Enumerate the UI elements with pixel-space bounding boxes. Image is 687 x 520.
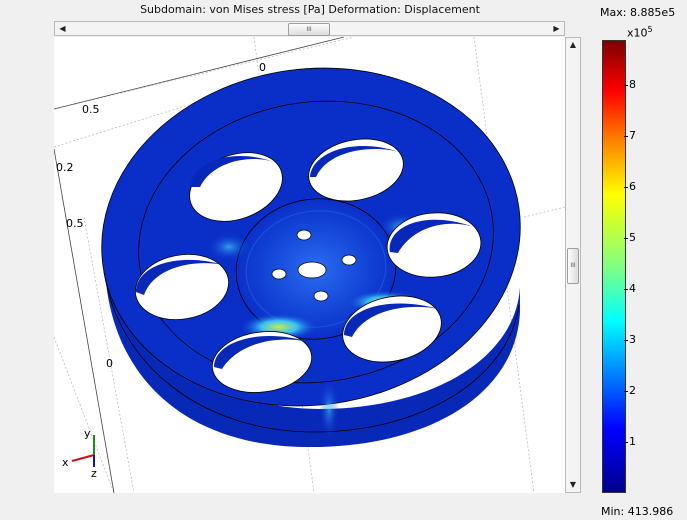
scroll-left-arrow-icon[interactable]: ◀ (55, 22, 70, 35)
scroll-up-arrow-icon[interactable]: ▲ (566, 38, 580, 52)
colorbar-tick-mark (624, 187, 628, 189)
scroll-down-arrow-icon[interactable]: ▼ (566, 478, 580, 492)
colorbar-tick-label: 4 (629, 282, 636, 296)
axis-label: 0 (106, 357, 113, 370)
plot-title: Subdomain: von Mises stress [Pa] Deforma… (140, 3, 480, 16)
colorbar-unit-exponent: 5 (647, 25, 653, 34)
colorbar-legend (602, 40, 626, 493)
colorbar-tick-mark (624, 289, 628, 291)
colorbar-max-label: Max: 8.885e5 (600, 6, 676, 19)
colorbar-tick-mark (624, 391, 628, 393)
colorbar-tick-label: 2 (629, 384, 636, 398)
colorbar-tick-label: 8 (629, 78, 636, 92)
colorbar-tick-mark (624, 442, 628, 444)
axis-label: 0.5 (66, 217, 84, 230)
horizontal-scroll-thumb[interactable]: III (288, 23, 330, 36)
colorbar-tick-label: 7 (629, 129, 636, 143)
colorbar-unit-label: x105 (627, 25, 653, 40)
colorbar-min-label: Min: 413.986 (601, 505, 674, 518)
colorbar-tick-label: 1 (629, 435, 636, 449)
triad-y-label: y (84, 427, 91, 440)
axis-label: 0.5 (82, 103, 100, 116)
vertical-scroll-thumb[interactable]: III (567, 248, 579, 284)
triad-x-label: x (62, 456, 69, 469)
scroll-right-arrow-icon[interactable]: ▶ (549, 22, 564, 35)
colorbar-tick-label: 3 (629, 333, 636, 347)
colorbar-tick-label: 5 (629, 231, 636, 245)
axis-label: 0 (259, 61, 266, 74)
triad-z-label: z (91, 467, 97, 480)
colorbar-tick-mark (624, 340, 628, 342)
horizontal-scrollbar[interactable]: ◀ III ▶ (54, 21, 565, 36)
colorbar-tick-mark (624, 85, 628, 87)
colorbar-tick-mark (624, 238, 628, 240)
vertical-scrollbar[interactable]: ▲ III ▼ (565, 37, 581, 493)
wheel-render: 0 0.5 0.2 0.5 0 y x z (54, 37, 565, 493)
colorbar-tick-label: 6 (629, 180, 636, 194)
axis-label: 0.2 (56, 161, 74, 174)
colorbar-tick-mark (624, 136, 628, 138)
3d-viewport[interactable]: 0 0.5 0.2 0.5 0 y x z (54, 37, 565, 493)
colorbar-unit-base: x10 (627, 26, 648, 40)
